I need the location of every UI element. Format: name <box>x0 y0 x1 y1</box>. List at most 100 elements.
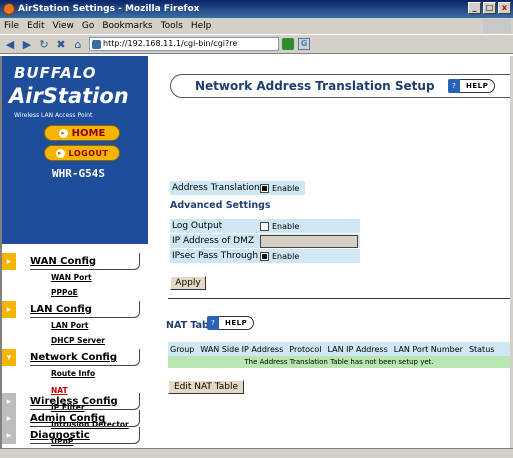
logout-button[interactable]: ▸ LOGOUT <box>44 145 120 161</box>
enable-label: Enable <box>272 251 300 261</box>
ipsec-checkbox[interactable] <box>260 251 269 261</box>
sidebar-section-label: LAN Config <box>30 303 92 315</box>
url-bar[interactable]: http://192.168.11.1/cgi-bin/cgi?re <box>89 37 279 51</box>
address-translation-label: Address Translation <box>172 183 260 193</box>
model-name: WHR-G54S <box>52 167 105 180</box>
dmz-field-wrap <box>260 234 358 248</box>
sidebar-item-lan-port[interactable]: LAN Port <box>51 321 88 330</box>
edit-nat-table-button[interactable]: Edit NAT Table <box>168 380 244 394</box>
navigation-toolbar: ◀ ▶ ↻ ✖ ⌂ http://192.168.11.1/cgi-bin/cg… <box>0 34 513 54</box>
log-output-label: Log Output <box>172 221 223 231</box>
sidebar-section-label: Wireless Config <box>30 395 118 407</box>
sidebar-section-wireless-config[interactable]: ▸ Wireless Config <box>2 393 140 410</box>
help-button-label: HELP <box>219 316 255 330</box>
menu-tools[interactable]: Tools <box>157 21 187 31</box>
logout-button-label: LOGOUT <box>68 148 109 158</box>
throbber-icon <box>483 19 511 33</box>
menu-file[interactable]: File <box>0 21 23 31</box>
enable-label: Enable <box>272 221 300 231</box>
column-header-group: Group <box>170 344 195 354</box>
help-button-label: HELP <box>460 79 496 93</box>
firefox-icon <box>3 3 15 15</box>
brand-panel: BUFFALO AirStation Wireless LAN Access P… <box>2 56 148 244</box>
stop-icon[interactable]: ✖ <box>54 37 68 51</box>
advanced-settings-heading: Advanced Settings <box>170 200 271 211</box>
home-icon[interactable]: ⌂ <box>71 37 85 51</box>
address-translation-checkbox[interactable] <box>260 183 269 193</box>
ipsec-row: IPsec Pass Through Enable <box>170 249 360 263</box>
go-icon[interactable] <box>282 38 294 50</box>
chevron-right-icon: ▸ <box>55 148 65 158</box>
close-button[interactable]: x <box>498 2 511 14</box>
nat-table-empty-row: The Address Translation Table has not be… <box>168 356 510 368</box>
column-header-wan-ip: WAN Side IP Address <box>200 344 284 354</box>
sidebar-item-wan-port[interactable]: WAN Port <box>51 273 92 282</box>
sidebar-section-lan-config[interactable]: ▸ LAN Config <box>2 301 140 318</box>
column-header-protocol: Protocol <box>289 344 322 354</box>
log-output-option: Enable <box>260 221 300 231</box>
sidebar-section-network-config[interactable]: ▾ Network Config <box>2 349 140 366</box>
back-icon[interactable]: ◀ <box>3 37 17 51</box>
section-divider <box>168 298 510 299</box>
menu-bookmarks[interactable]: Bookmarks <box>98 21 156 31</box>
window-controls: _ □ x <box>468 2 511 14</box>
dmz-ip-input[interactable] <box>260 234 358 248</box>
menu-help[interactable]: Help <box>187 21 216 31</box>
sidebar-section-label: WAN Config <box>30 255 97 267</box>
reload-icon[interactable]: ↻ <box>37 37 51 51</box>
chevron-right-icon: ▸ <box>2 410 16 427</box>
ipsec-option: Enable <box>260 251 300 261</box>
airstation-logo: AirStation <box>9 84 129 108</box>
chevron-right-icon: ▸ <box>58 128 68 138</box>
question-icon: ? <box>448 79 460 93</box>
sidebar-section-label: Network Config <box>30 351 118 363</box>
chevron-right-icon: ▸ <box>2 427 16 444</box>
search-engine-icon[interactable]: G <box>298 38 310 50</box>
column-header-lan-port: LAN Port Number <box>393 344 463 354</box>
column-header-lan-ip: LAN IP Address <box>327 344 388 354</box>
window-title: AirStation Settings - Mozilla Firefox <box>18 4 200 14</box>
question-icon: ? <box>207 316 219 330</box>
minimize-button[interactable]: _ <box>468 2 481 14</box>
log-output-row: Log Output Enable <box>170 219 360 233</box>
nat-help-button[interactable]: ? HELP <box>207 316 255 330</box>
main-panel: Network Address Translation Setup ? HELP… <box>148 56 513 448</box>
forward-icon[interactable]: ▶ <box>20 37 34 51</box>
help-button[interactable]: ? HELP <box>448 79 496 93</box>
menu-go[interactable]: Go <box>78 21 98 31</box>
nat-table-header: Group WAN Side IP Address Protocol LAN I… <box>168 342 510 356</box>
chevron-right-icon: ▸ <box>2 301 16 318</box>
sidebar-section-admin-config[interactable]: ▸ Admin Config <box>2 410 140 427</box>
sidebar-section-label: Diagnostic <box>30 429 90 441</box>
menu-view[interactable]: View <box>49 21 78 31</box>
maximize-button[interactable]: □ <box>483 2 496 14</box>
sidebar: BUFFALO AirStation Wireless LAN Access P… <box>2 56 148 448</box>
url-text: http://192.168.11.1/cgi-bin/cgi?re <box>103 39 238 48</box>
window-titlebar: AirStation Settings - Mozilla Firefox _ … <box>0 0 513 18</box>
sidebar-item-route-info[interactable]: Route Info <box>51 369 95 378</box>
address-translation-row: Address Translation Enable <box>170 181 305 195</box>
buffalo-logo: BUFFALO <box>14 64 97 82</box>
sidebar-section-diagnostic[interactable]: ▸ Diagnostic <box>2 427 140 444</box>
status-bar <box>0 448 513 458</box>
tagline: Wireless LAN Access Point <box>14 112 93 119</box>
sidebar-section-wan-config[interactable]: ▸ WAN Config <box>2 253 140 270</box>
column-header-status: Status <box>468 344 495 354</box>
menu-edit[interactable]: Edit <box>23 21 48 31</box>
apply-button[interactable]: Apply <box>170 276 206 290</box>
log-output-checkbox[interactable] <box>260 221 269 231</box>
sidebar-section-label: Admin Config <box>30 412 106 424</box>
sidebar-item-pppoe[interactable]: PPPoE <box>51 288 78 297</box>
address-translation-option: Enable <box>260 183 300 193</box>
home-button[interactable]: ▸ HOME <box>44 125 120 141</box>
home-button-label: HOME <box>71 127 106 139</box>
chevron-right-icon: ▸ <box>2 253 16 270</box>
page-icon <box>92 39 101 49</box>
page-title: Network Address Translation Setup <box>195 79 435 93</box>
chevron-down-icon: ▾ <box>2 349 16 366</box>
enable-label: Enable <box>272 183 300 193</box>
menu-bar: File Edit View Go Bookmarks Tools Help <box>0 18 513 34</box>
sidebar-item-dhcp-server[interactable]: DHCP Server <box>51 336 105 345</box>
ipsec-label: IPsec Pass Through <box>172 251 259 261</box>
dmz-label: IP Address of DMZ <box>172 236 255 246</box>
